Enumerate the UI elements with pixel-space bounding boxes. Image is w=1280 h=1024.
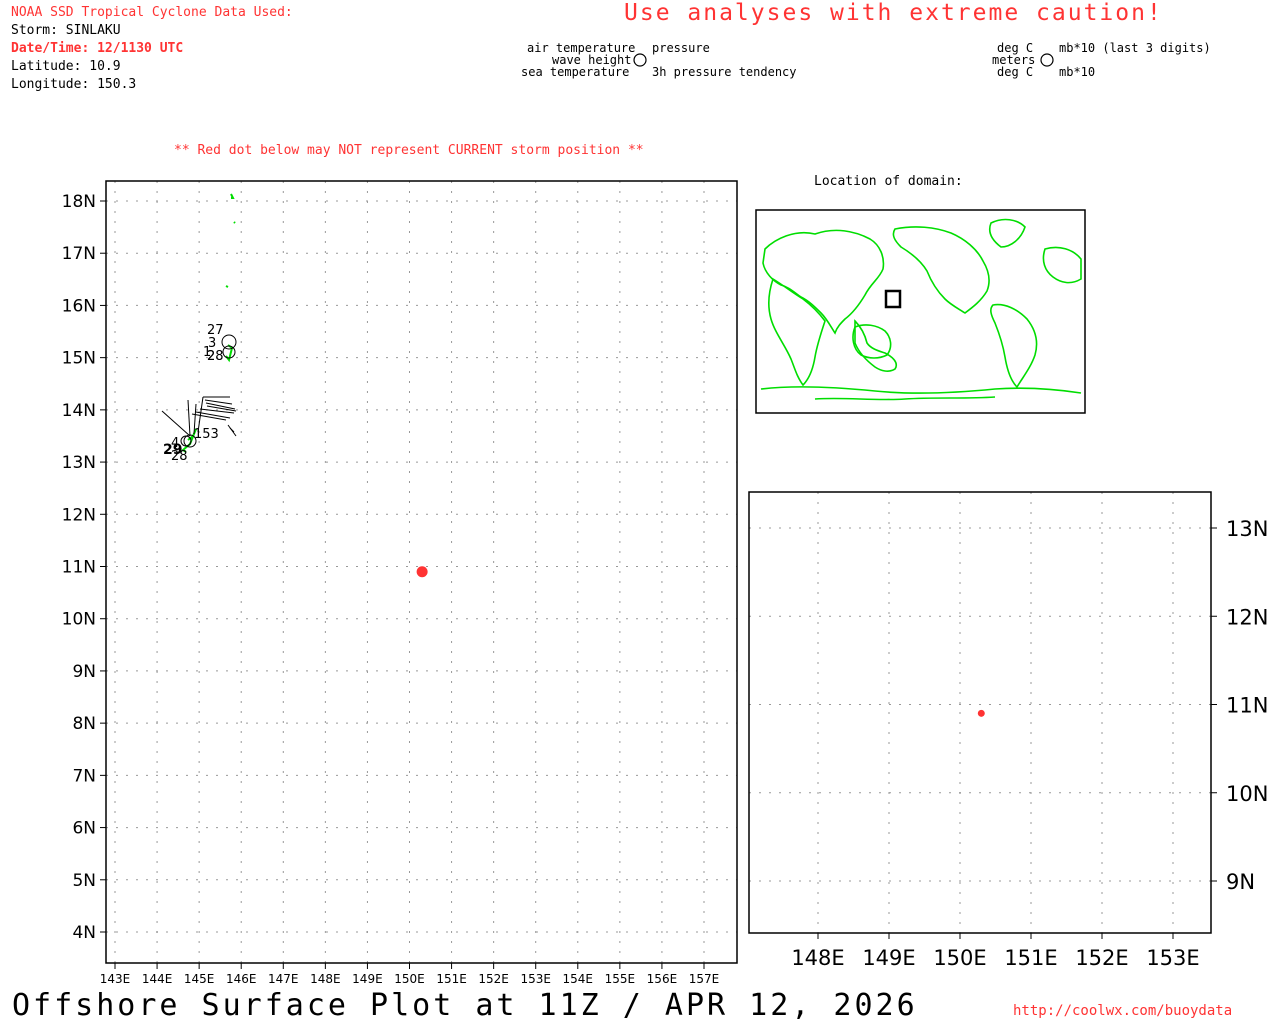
lon-tick-label: 143E [100,972,131,986]
plot-title: Offshore Surface Plot at 11Z / APR 12, 2… [12,988,918,1023]
lon-tick-label: 145E [184,972,215,986]
lon-tick-label: 152E [478,972,509,986]
lat-tick-label: 4N [72,923,96,943]
main-map: 18N17N16N15N14N13N12N11N10N9N8N7N6N5N4N … [62,180,738,986]
lat-tick-label: 10N [62,610,96,630]
station-label: 28 [207,349,224,364]
lat-tick-label: 11N [62,558,96,578]
lon-tick-label: 147E [268,972,299,986]
station-labels: 273122842928153 [163,323,224,464]
lat-tick-label: 7N [72,766,96,786]
station-label: 153 [194,427,219,442]
lon-tick-label: 151E [436,972,467,986]
storm-position-dot [416,566,428,578]
main-lon-labels: 143E 144E 145E 146E 147E 148E 149E 150E 151E 152E… [100,972,720,986]
world-inset-map [755,209,1086,414]
lon-tick-label: 148E [310,972,341,986]
lon-tick-label: 153E [520,972,551,986]
lon-tick-label: 144E [142,972,173,986]
lon-tick-label: 150E [394,972,425,986]
lon-tick-label: 155E [605,972,636,986]
lon-tick-label: 156E [647,972,678,986]
lon-tick-label: 157E [689,972,720,986]
lat-tick-label: 12N [62,505,96,525]
lat-tick-label: 9N [72,662,96,682]
source-url[interactable]: http://coolwx.com/buoydata [1013,1003,1232,1019]
lon-tick-label: 154E [563,972,594,986]
lon-tick-label: 149E [352,972,383,986]
station-circle [180,435,192,447]
lat-tick-label: 13N [62,453,96,473]
lat-tick-label: 18N [62,192,96,212]
lat-tick-label: 5N [72,871,96,891]
main-lat-labels: 18N 17N 16N 15N 14N 13N 12N 11N 10N 9N 8N 7N 6N 5N 4N [62,192,96,943]
lat-tick-label: 16N [62,296,96,316]
lat-tick-label: 15N [62,349,96,369]
lat-tick-label: 6N [72,819,96,839]
lon-tick-label: 146E [226,972,257,986]
lat-tick-label: 8N [72,714,96,734]
station-label: 28 [171,449,188,464]
lat-tick-label: 17N [62,244,96,264]
lat-tick-label: 14N [62,401,96,421]
